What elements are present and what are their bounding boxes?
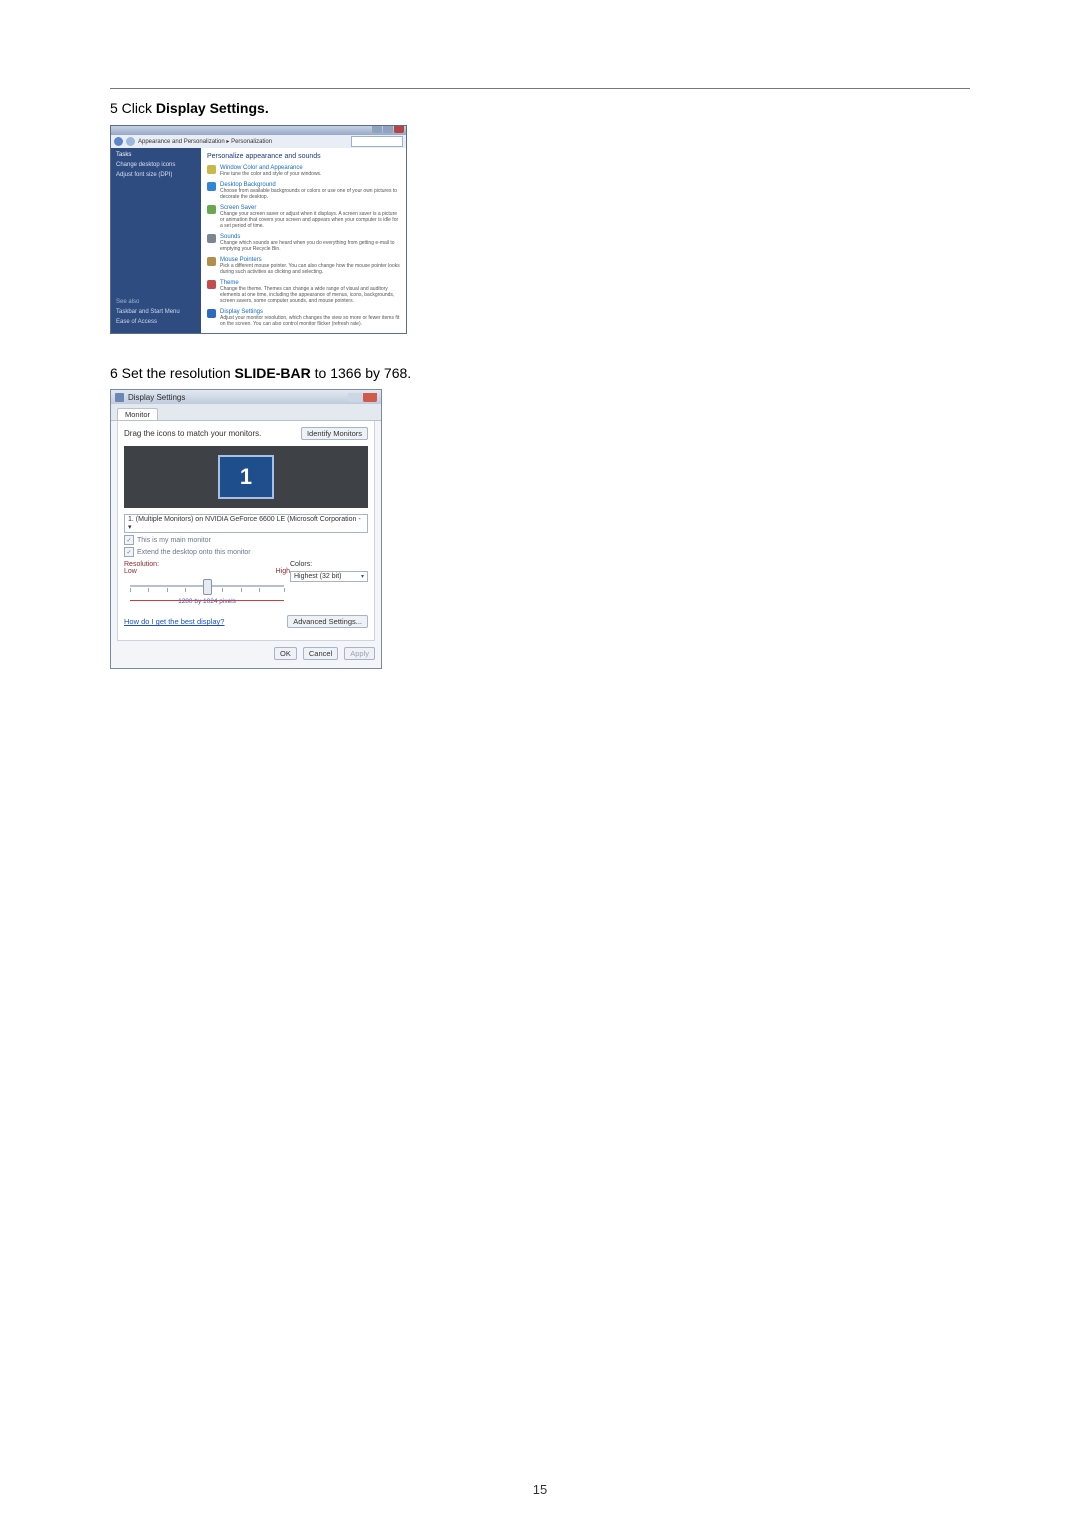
monitor-1[interactable]: 1 xyxy=(218,455,274,499)
window-color-icon xyxy=(207,165,216,174)
checkbox-icon: ✓ xyxy=(124,535,134,545)
slider-low-label: Low xyxy=(124,568,137,575)
drag-hint: Drag the icons to match your monitors. xyxy=(124,429,261,438)
dialog-icon xyxy=(115,393,124,402)
step-5: 5 Click Display Settings. xyxy=(110,99,970,119)
maximize-icon[interactable] xyxy=(383,126,393,133)
monitor-number: 1 xyxy=(240,464,252,490)
dialog-title: Display Settings xyxy=(128,393,185,402)
slider-high-label: High xyxy=(276,568,290,575)
page-number: 15 xyxy=(0,1482,1080,1497)
main-monitor-checkbox: ✓ This is my main monitor xyxy=(124,535,368,545)
search-input[interactable] xyxy=(351,136,403,147)
step-6: 6 Set the resolution SLIDE-BAR to 1366 b… xyxy=(110,364,970,384)
colors-dropdown[interactable]: Highest (32 bit) ▾ xyxy=(290,571,368,582)
tab-monitor[interactable]: Monitor xyxy=(117,408,158,420)
personalization-content: Personalize appearance and sounds Window… xyxy=(201,148,406,333)
display-settings-icon xyxy=(207,309,216,318)
mouse-pointers-icon xyxy=(207,257,216,266)
breadcrumb-text: Appearance and Personalization ▸ Persona… xyxy=(138,138,272,145)
help-icon[interactable] xyxy=(348,393,362,402)
device-dropdown[interactable]: 1. (Multiple Monitors) on NVIDIA GeForce… xyxy=(124,514,368,533)
apply-button: Apply xyxy=(344,647,375,660)
monitor-preview[interactable]: 1 xyxy=(124,446,368,508)
sidebar-item-desktop-icons[interactable]: Change desktop icons xyxy=(116,162,196,168)
checkbox-icon: ✓ xyxy=(124,547,134,557)
chevron-down-icon: ▾ xyxy=(361,573,364,580)
sidebar-item-taskbar[interactable]: Taskbar and Start Menu xyxy=(116,309,196,315)
ok-button[interactable]: OK xyxy=(274,647,297,660)
close-icon[interactable] xyxy=(394,126,404,133)
minimize-icon[interactable] xyxy=(372,126,382,133)
step-6-bold: SLIDE-BAR xyxy=(235,365,311,381)
colors-value: Highest (32 bit) xyxy=(294,573,341,580)
dialog-titlebar: Display Settings xyxy=(111,390,381,404)
cancel-button[interactable]: Cancel xyxy=(303,647,338,660)
sidebar-item-font-size[interactable]: Adjust font size (DPI) xyxy=(116,172,196,178)
nav-forward-icon[interactable] xyxy=(126,137,135,146)
resolution-slider[interactable] xyxy=(130,577,284,597)
desktop-background-icon xyxy=(207,182,216,191)
screen-saver-icon xyxy=(207,205,216,214)
extend-desktop-checkbox: ✓ Extend the desktop onto this monitor xyxy=(124,547,368,557)
step-6-suffix: to 1366 by 768. xyxy=(311,365,411,381)
horizontal-rule xyxy=(110,88,970,89)
tab-strip: Monitor xyxy=(111,404,381,421)
sidebar-see-also-header: See also xyxy=(116,299,196,305)
step-5-prefix: 5 Click xyxy=(110,100,156,116)
help-link[interactable]: How do I get the best display? xyxy=(124,617,224,626)
sidebar-item-ease-of-access[interactable]: Ease of Access xyxy=(116,319,196,325)
identify-monitors-button[interactable]: Identify Monitors xyxy=(301,427,368,440)
personalization-window: Appearance and Personalization ▸ Persona… xyxy=(110,125,407,334)
content-header: Personalize appearance and sounds xyxy=(207,153,400,160)
window-titlebar xyxy=(111,126,406,135)
sounds-icon xyxy=(207,234,216,243)
step-6-prefix: 6 Set the resolution xyxy=(110,365,235,381)
theme-icon xyxy=(207,280,216,289)
sidebar: Tasks Change desktop icons Adjust font s… xyxy=(111,148,201,333)
breadcrumb-bar: Appearance and Personalization ▸ Persona… xyxy=(111,135,406,148)
nav-back-icon[interactable] xyxy=(114,137,123,146)
window-controls xyxy=(372,126,404,135)
close-icon[interactable] xyxy=(363,393,377,402)
resolution-label: Resolution: xyxy=(124,561,290,568)
display-settings-dialog: Display Settings Monitor Drag the icons … xyxy=(110,389,382,669)
advanced-settings-button[interactable]: Advanced Settings... xyxy=(287,615,368,628)
step-5-bold: Display Settings. xyxy=(156,100,269,116)
colors-label: Colors: xyxy=(290,561,368,568)
sidebar-tasks-header: Tasks xyxy=(116,152,196,158)
device-dropdown-text: 1. (Multiple Monitors) on NVIDIA GeForce… xyxy=(128,516,364,531)
slider-thumb[interactable] xyxy=(203,579,212,595)
